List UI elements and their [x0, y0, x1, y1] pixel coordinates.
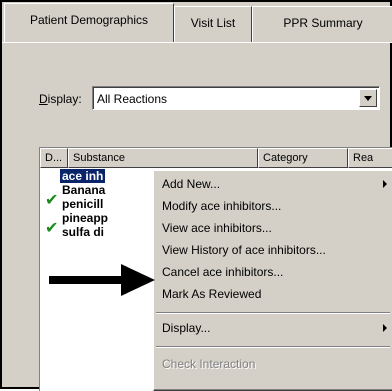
column-header-d[interactable]: D...: [40, 148, 68, 168]
substance-cell: ace inh: [60, 169, 106, 183]
substance-cell: penicill: [62, 197, 104, 211]
context-menu: Add New... Modify ace inhibitors... View…: [153, 170, 392, 391]
display-select[interactable]: All Reactions: [92, 86, 380, 110]
arrow-right-icon: [49, 264, 155, 296]
substance-cell: pineapp: [62, 211, 109, 225]
column-header-category[interactable]: Category: [258, 148, 348, 168]
menu-item-view-history[interactable]: View History of ace inhibitors...: [162, 240, 326, 260]
tab-patient-demographics[interactable]: Patient Demographics: [4, 3, 174, 43]
tab-ppr-summary[interactable]: PPR Summary: [252, 6, 392, 42]
display-label: Display:: [39, 92, 82, 106]
menu-item-add-new[interactable]: Add New...: [162, 174, 220, 194]
menu-item-view[interactable]: View ace inhibitors...: [162, 218, 272, 238]
check-mark-icon: ✔: [45, 220, 59, 237]
triangle-right-icon: [383, 324, 387, 332]
menu-separator: [156, 312, 390, 314]
substance-cell: sulfa di: [62, 225, 105, 239]
tab-visit-list[interactable]: Visit List: [174, 6, 252, 42]
table-row[interactable]: ace inh: [40, 169, 140, 183]
menu-separator: [156, 346, 390, 348]
table-row[interactable]: ✔ sulfa di: [40, 220, 140, 240]
menu-item-modify[interactable]: Modify ace inhibitors...: [162, 196, 281, 216]
menu-item-check-interaction: Check Interaction: [162, 357, 256, 371]
menu-item-cancel[interactable]: Cancel ace inhibitors...: [162, 262, 283, 282]
window-frame: Patient Demographics Visit List PPR Summ…: [0, 0, 392, 391]
tab-strip: Patient Demographics Visit List PPR Summ…: [2, 2, 392, 43]
menu-item-display[interactable]: Display...: [162, 318, 210, 338]
column-header-reaction[interactable]: Rea: [348, 148, 392, 168]
substance-cell: Banana: [62, 183, 106, 197]
display-select-value: All Reactions: [97, 92, 168, 106]
menu-item-mark-as-reviewed[interactable]: Mark As Reviewed: [162, 284, 261, 304]
chevron-down-icon[interactable]: [359, 89, 377, 107]
check-mark-icon: ✔: [45, 192, 59, 209]
table-row[interactable]: ✔ penicill: [40, 192, 140, 212]
triangle-right-icon: [383, 180, 387, 188]
column-header-substance[interactable]: Substance: [68, 148, 258, 168]
